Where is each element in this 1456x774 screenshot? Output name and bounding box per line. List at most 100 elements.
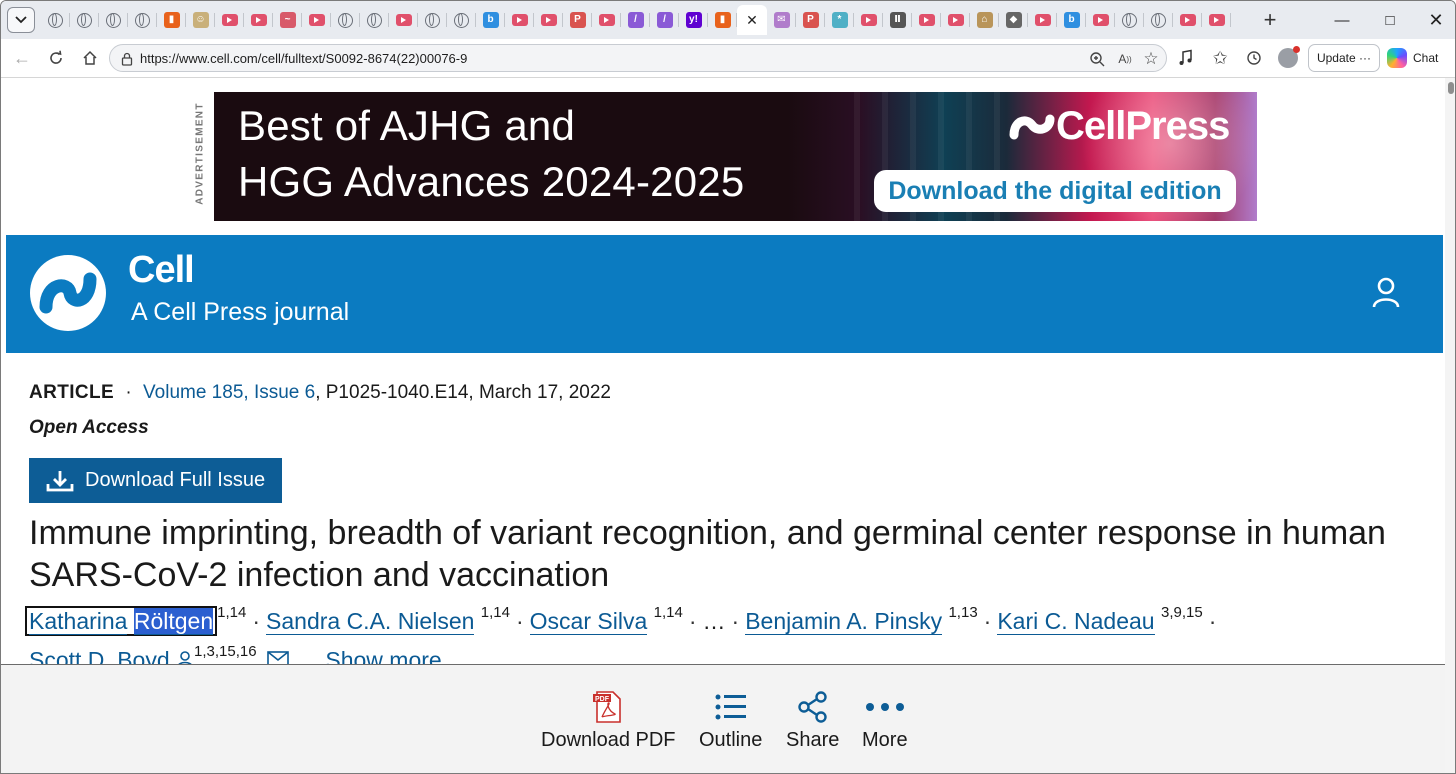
more-button[interactable]: More: [862, 687, 908, 752]
outline-button[interactable]: Outline: [699, 687, 762, 752]
browser-tab[interactable]: Ⅱ: [883, 5, 912, 35]
tab-actions-button[interactable]: [7, 7, 35, 33]
home-icon: [83, 50, 97, 65]
browser-tab[interactable]: ▮: [708, 5, 737, 35]
youtube-icon: [540, 14, 557, 26]
youtube-icon: [395, 14, 412, 26]
refresh-button[interactable]: [43, 46, 69, 70]
author-link-pinsky[interactable]: Benjamin A. Pinsky: [745, 608, 943, 635]
browser-tab[interactable]: [418, 5, 447, 35]
browser-tab[interactable]: [447, 5, 476, 35]
browser-tab[interactable]: [505, 5, 534, 35]
profile-avatar[interactable]: [1275, 46, 1301, 70]
globe-icon: [48, 12, 63, 28]
update-more-icon: ···: [1359, 51, 1372, 65]
browser-tab[interactable]: P: [796, 5, 825, 35]
browser-tab[interactable]: P: [563, 5, 592, 35]
read-aloud-icon[interactable]: A)): [1116, 50, 1134, 68]
browser-tab[interactable]: *: [825, 5, 854, 35]
author-affiliation: 1,14: [480, 604, 510, 621]
volume-issue-link[interactable]: Volume 185, Issue 6: [143, 382, 315, 403]
browser-tab[interactable]: [389, 5, 418, 35]
author-link-roltgen[interactable]: Katharina Röltgen: [25, 606, 218, 636]
download-full-issue-button[interactable]: Download Full Issue: [29, 458, 282, 503]
favorite-star-icon[interactable]: ☆: [1142, 49, 1160, 68]
browser-tab[interactable]: b: [1057, 5, 1086, 35]
chevron-down-icon: [15, 16, 27, 24]
scrollbar-thumb[interactable]: [1448, 82, 1454, 94]
ad-banner[interactable]: Best of AJHG and HGG Advances 2024-2025 …: [214, 92, 1257, 221]
browser-tab[interactable]: ~: [273, 5, 302, 35]
author-separator: ·: [983, 608, 992, 634]
minimize-button[interactable]: —: [1319, 7, 1365, 33]
browser-tab[interactable]: [99, 5, 128, 35]
ad-download-digital-edition-button[interactable]: Download the digital edition: [874, 170, 1236, 212]
browser-tab[interactable]: [912, 5, 941, 35]
pdf-icon: P: [802, 12, 819, 28]
new-tab-button[interactable]: +: [1257, 7, 1283, 33]
journal-name[interactable]: Cell: [128, 249, 195, 292]
music-icon[interactable]: [1173, 46, 1199, 70]
browser-tab[interactable]: [1202, 5, 1231, 35]
back-button[interactable]: ←: [9, 46, 35, 70]
close-icon[interactable]: ✕: [744, 12, 760, 28]
download-pdf-button[interactable]: PDF Download PDF: [541, 687, 676, 752]
browser-tab[interactable]: [1173, 5, 1202, 35]
copilot-icon: [1387, 48, 1407, 68]
browser-tab[interactable]: [1115, 5, 1144, 35]
tab-list: ▮ ☺ ~ b P / / y! ▮ ✕ ✉ P * Ⅱ ⌂ ◆ b: [41, 5, 1231, 35]
close-window-button[interactable]: ✕: [1413, 7, 1455, 33]
address-bar[interactable]: https://www.cell.com/cell/fulltext/S0092…: [109, 44, 1167, 72]
article-type: ARTICLE: [29, 382, 115, 403]
author-affiliation: 1,14: [653, 604, 683, 621]
browser-tab[interactable]: [941, 5, 970, 35]
author-separator: ·: [731, 608, 740, 634]
browser-tab[interactable]: [1028, 5, 1057, 35]
page-scrollbar[interactable]: [1445, 78, 1455, 773]
browser-tab[interactable]: ◆: [999, 5, 1028, 35]
copilot-chat-button[interactable]: Chat: [1387, 44, 1449, 72]
browser-tab[interactable]: [331, 5, 360, 35]
browser-tab[interactable]: [244, 5, 273, 35]
browser-tab[interactable]: b: [476, 5, 505, 35]
lock-icon[interactable]: [118, 50, 136, 68]
browser-tab[interactable]: [360, 5, 389, 35]
browser-tab[interactable]: [128, 5, 157, 35]
figure-icon: ☺: [192, 12, 209, 28]
browser-tab[interactable]: ☺: [186, 5, 215, 35]
youtube-icon: [860, 14, 877, 26]
browser-tab[interactable]: [592, 5, 621, 35]
update-button[interactable]: Update ···: [1308, 44, 1380, 72]
browser-tab[interactable]: [1086, 5, 1115, 35]
maximize-button[interactable]: □: [1367, 7, 1413, 33]
active-tab[interactable]: ✕: [737, 5, 767, 35]
browser-tab[interactable]: ▮: [157, 5, 186, 35]
browser-tab[interactable]: [41, 5, 70, 35]
favorites-icon[interactable]: ✩: [1207, 46, 1233, 70]
home-button[interactable]: [77, 46, 103, 70]
author-link-nielsen[interactable]: Sandra C.A. Nielsen: [266, 608, 475, 635]
author-link-silva[interactable]: Oscar Silva: [529, 608, 648, 635]
browser-tab[interactable]: y!: [679, 5, 708, 35]
user-account-icon[interactable]: [1372, 277, 1400, 309]
browser-tab[interactable]: [854, 5, 883, 35]
cell-journal-logo-icon[interactable]: [28, 253, 108, 333]
author-link-nadeau[interactable]: Kari C. Nadeau: [997, 608, 1155, 635]
history-icon[interactable]: [1241, 46, 1267, 70]
browser-tab[interactable]: ⌂: [970, 5, 999, 35]
author-list-line-1: Katharina Röltgen 1,14 · Sandra C.A. Nielse…: [25, 604, 1222, 636]
browser-tab[interactable]: [1144, 5, 1173, 35]
url-text[interactable]: https://www.cell.com/cell/fulltext/S0092…: [140, 51, 467, 66]
browser-tab[interactable]: [215, 5, 244, 35]
browser-tab[interactable]: [534, 5, 563, 35]
browser-tab[interactable]: [302, 5, 331, 35]
youtube-icon: [221, 14, 238, 26]
browser-tab[interactable]: ✉: [767, 5, 796, 35]
browser-tab[interactable]: /: [650, 5, 679, 35]
share-button[interactable]: Share: [786, 687, 839, 752]
globe-icon: [454, 12, 469, 28]
browser-tab[interactable]: [70, 5, 99, 35]
author-ellipsis[interactable]: …: [703, 608, 726, 634]
browser-tab[interactable]: /: [621, 5, 650, 35]
zoom-icon[interactable]: [1088, 50, 1106, 68]
